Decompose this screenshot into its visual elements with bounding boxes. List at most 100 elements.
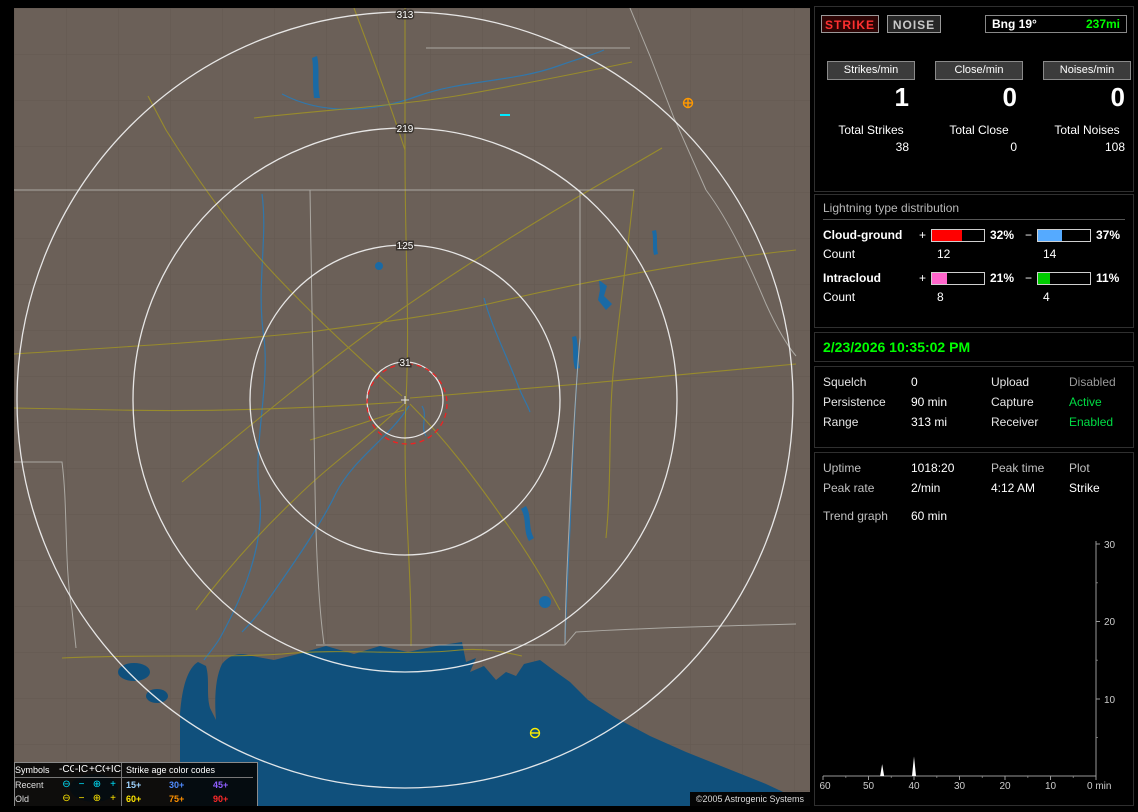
cg-minus-count: 14 xyxy=(1043,247,1057,261)
squelch-label: Squelch xyxy=(823,375,867,389)
ring-label-313: 313 xyxy=(397,10,414,21)
ring-label-31: 31 xyxy=(399,358,411,369)
cg-plus-count: 12 xyxy=(937,247,951,261)
distribution-title: Lightning type distribution xyxy=(823,201,1125,220)
strike-marker-old-pcg xyxy=(682,97,694,109)
legend-col-pic: +IC xyxy=(105,763,121,778)
map-legend: Symbols -CG -IC +CG +IC Strike age color… xyxy=(14,762,258,806)
upload-value: Disabled xyxy=(1069,375,1116,389)
x-tick-0min: 0 min xyxy=(1087,781,1111,792)
plot-label: Plot xyxy=(1069,461,1090,475)
ic-plus-sign: + xyxy=(919,271,927,285)
recent-ncg-icon: ⊖ xyxy=(62,779,71,790)
old-nic-icon: − xyxy=(78,793,85,804)
current-datetime: 2/23/2026 10:35:02 PM xyxy=(823,339,971,355)
x-tick-20: 20 xyxy=(999,781,1011,792)
cg-minus-sign: − xyxy=(1025,228,1033,242)
x-tick-50: 50 xyxy=(863,781,875,792)
uptime-label: Uptime xyxy=(823,461,862,475)
capture-value: Active xyxy=(1069,395,1102,409)
range-value: 313 mi xyxy=(911,415,948,429)
close-per-min-badge[interactable]: Close/min xyxy=(935,61,1023,80)
total-strikes-label: Total Strikes xyxy=(838,123,904,137)
ic-minus-sign: − xyxy=(1025,271,1033,285)
cg-minus-pct: 37% xyxy=(1096,228,1121,242)
lightning-map[interactable]: 313 219 125 31 Symbols -CG -IC +CG +IC S… xyxy=(14,8,810,806)
legend-old-label: Old xyxy=(15,794,30,804)
legend-col-nic: -IC xyxy=(74,763,89,778)
cg-minus-bar xyxy=(1037,228,1091,242)
x-tick-30: 30 xyxy=(954,781,966,792)
recent-nic-icon: − xyxy=(78,779,85,790)
trend-y-ticks xyxy=(1096,543,1100,738)
noise-mode-button[interactable]: NOISE xyxy=(887,15,941,33)
recent-pic-icon: + xyxy=(110,779,116,790)
age-code-15: 15+ xyxy=(121,778,165,792)
ring-label-219: 219 xyxy=(397,124,414,135)
ring-label-125: 125 xyxy=(397,241,414,252)
noises-per-min-badge[interactable]: Noises/min xyxy=(1043,61,1131,80)
legend-age-header: Strike age color codes xyxy=(121,763,253,778)
age-code-30: 30+ xyxy=(169,780,185,790)
uptime-value: 1018:20 xyxy=(911,461,955,475)
ic-count-label: Count xyxy=(823,290,856,304)
range-label: Range xyxy=(823,415,859,429)
y-tick-20: 20 xyxy=(1104,617,1116,628)
receiver-label: Receiver xyxy=(991,415,1039,429)
age-code-60: 60+ xyxy=(121,792,165,806)
capture-label: Capture xyxy=(991,395,1034,409)
trend-window-value: 60 min xyxy=(911,509,948,523)
persistence-value: 90 min xyxy=(911,395,948,409)
persistence-label: Persistence xyxy=(823,395,886,409)
trend-graph-label: Trend graph xyxy=(823,509,888,523)
legend-col-pcg: +CG xyxy=(89,763,105,778)
map-svg: 313 219 125 31 xyxy=(14,8,810,806)
peak-rate-value: 2/min xyxy=(911,481,941,495)
squelch-value: 0 xyxy=(911,375,918,389)
age-code-90: 90+ xyxy=(213,794,229,804)
age-code-75: 75+ xyxy=(169,794,185,804)
close-per-min-value: 0 xyxy=(1002,82,1017,112)
trend-plot-spikes xyxy=(880,756,916,776)
old-pcg-icon: ⊕ xyxy=(92,793,102,804)
plot-value: Strike xyxy=(1069,481,1100,495)
distribution-section: Lightning type distribution Cloud-ground… xyxy=(814,194,1134,328)
ic-plus-bar xyxy=(931,271,985,285)
strikes-per-min-badge[interactable]: Strikes/min xyxy=(827,61,915,80)
age-code-45: 45+ xyxy=(213,780,229,790)
ic-minus-pct: 11% xyxy=(1096,271,1120,285)
noises-per-min-value: 0 xyxy=(1110,82,1125,112)
cg-plus-pct: 32% xyxy=(990,228,1015,242)
ic-minus-bar xyxy=(1037,271,1091,285)
bearing-distance: 237mi xyxy=(1085,17,1120,31)
cg-plus-sign: + xyxy=(919,228,927,242)
x-tick-60: 60 xyxy=(819,781,831,792)
legend-recent-label: Recent xyxy=(15,780,44,790)
strikes-per-min-value: 1 xyxy=(894,82,909,112)
strike-mode-button[interactable]: STRIKE xyxy=(821,15,879,33)
total-close-value: 0 xyxy=(1010,140,1017,154)
peak-time-value: 4:12 AM xyxy=(991,481,1036,495)
trend-x-ticks xyxy=(822,776,1097,780)
legend-symbols-header: Symbols xyxy=(15,763,59,778)
peak-rate-label: Peak rate xyxy=(823,481,875,495)
receiver-value: Enabled xyxy=(1069,415,1114,429)
datetime-section: 2/23/2026 10:35:02 PM xyxy=(814,332,1134,362)
cg-plus-bar xyxy=(931,228,985,242)
bearing-readout[interactable]: Bng 19° 237mi xyxy=(985,15,1127,33)
legend-col-ncg: -CG xyxy=(59,763,74,778)
trend-graph: 60 50 40 30 20 10 0 min 30 20 10 xyxy=(819,540,1116,792)
cg-count-label: Count xyxy=(823,247,856,261)
cloud-ground-label: Cloud-ground xyxy=(823,228,903,242)
bearing-value: Bng 19° xyxy=(992,17,1037,31)
upload-label: Upload xyxy=(991,375,1030,389)
ic-plus-pct: 21% xyxy=(990,271,1015,285)
session-section: Uptime 1018:20 Peak time Plot Peak rate … xyxy=(814,452,1134,806)
trend-axes xyxy=(823,541,1097,777)
old-pic-icon: + xyxy=(110,793,116,804)
recent-pcg-icon: ⊕ xyxy=(92,779,102,790)
intracloud-label: Intracloud xyxy=(823,271,882,285)
y-tick-30: 30 xyxy=(1104,540,1116,551)
total-close-label: Total Close xyxy=(949,123,1009,137)
copyright-text: ©2005 Astrogenic Systems xyxy=(689,792,810,806)
